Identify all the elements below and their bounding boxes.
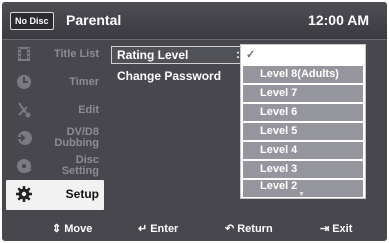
disc-icon: [17, 159, 32, 173]
sidebar-item-title-list[interactable]: Title List: [6, 40, 104, 68]
gear-icon: [16, 186, 32, 202]
sidebar-item-label: Title List: [53, 47, 99, 60]
dropdown-option[interactable]: Level 5: [243, 123, 363, 140]
check-icon: ✓: [246, 49, 256, 61]
sidebar-item-label: Timer: [69, 75, 99, 88]
footer-enter: ↵ Enter: [138, 216, 178, 241]
sidebar-item-label: Disc Setting: [61, 154, 99, 177]
option-label: Level 5: [260, 125, 298, 137]
sidebar-item-label: Edit: [78, 103, 99, 116]
exit-icon: ⇥: [320, 223, 330, 235]
sidebar-item-timer[interactable]: Timer: [6, 68, 104, 96]
sidebar-item-setup[interactable]: Setup: [6, 180, 104, 210]
option-label: Level 3: [260, 163, 298, 175]
sidebar-item-disc-setting[interactable]: Disc Setting: [6, 152, 104, 180]
option-label: Level 2: [260, 180, 298, 192]
footer-exit-label: Exit: [332, 222, 353, 235]
option-label: Off: [260, 49, 276, 61]
footer-bar: ⇕ Move ↵ Enter ↶ Return ⇥ Exit: [2, 216, 387, 241]
dropdown-option[interactable]: Level 4: [243, 142, 363, 159]
dropdown-option[interactable]: Level 7: [243, 85, 363, 102]
sidebar-item-edit[interactable]: Edit: [6, 96, 104, 124]
up-down-arrows-icon: ⇕: [52, 223, 62, 235]
dropdown-option[interactable]: Level 2 ▼: [243, 180, 363, 198]
scroll-down-arrow-icon[interactable]: ▼: [298, 191, 305, 198]
footer-enter-label: Enter: [150, 222, 179, 235]
dropdown-option[interactable]: Level 8(Adults): [243, 66, 363, 83]
dvd-osd-screen: No Disc Parental 12:00 AM Title List Tim…: [2, 2, 387, 241]
rating-level-row[interactable]: Rating Level: [111, 46, 241, 64]
footer-move: ⇕ Move: [52, 216, 92, 241]
sidebar-item-label: DV/D8 Dubbing: [54, 126, 99, 149]
footer-return-label: Return: [237, 222, 273, 235]
film-strip-icon: [18, 47, 30, 61]
footer-return: ↶ Return: [225, 216, 273, 241]
sidebar-item-label: Setup: [65, 186, 99, 201]
enter-icon: ↵: [138, 223, 148, 235]
sidebar-item-dubbing[interactable]: DV/D8 Dubbing: [6, 124, 104, 152]
option-label: Level 8(Adults): [260, 68, 339, 80]
option-label: Level 4: [260, 144, 298, 156]
scissors-icon: [18, 102, 31, 118]
rating-level-dropdown[interactable]: ✓ Off Level 8(Adults) Level 7 Level 6 Le…: [240, 44, 366, 199]
dropdown-option[interactable]: Level 6: [243, 104, 363, 121]
no-disc-badge: No Disc: [10, 12, 54, 30]
change-password-item[interactable]: Change Password: [117, 68, 221, 84]
rating-level-label: Rating Level: [117, 48, 189, 62]
footer-move-label: Move: [64, 222, 93, 235]
dropdown-option[interactable]: Level 3: [243, 161, 363, 178]
header-bar: No Disc Parental 12:00 AM: [2, 2, 387, 40]
option-label: Level 7: [260, 87, 298, 99]
option-label: Level 6: [260, 106, 298, 118]
clock: 12:00 AM: [308, 12, 369, 28]
clock-icon: [17, 75, 31, 89]
dropdown-option[interactable]: ✓ Off: [243, 47, 363, 64]
footer-exit: ⇥ Exit: [320, 216, 352, 241]
dubbing-icon: [16, 131, 32, 145]
sidebar: Title List Timer Edit DV/D8 Dubbing Disc…: [6, 40, 104, 210]
return-icon: ↶: [225, 223, 235, 235]
page-title: Parental: [66, 12, 122, 28]
